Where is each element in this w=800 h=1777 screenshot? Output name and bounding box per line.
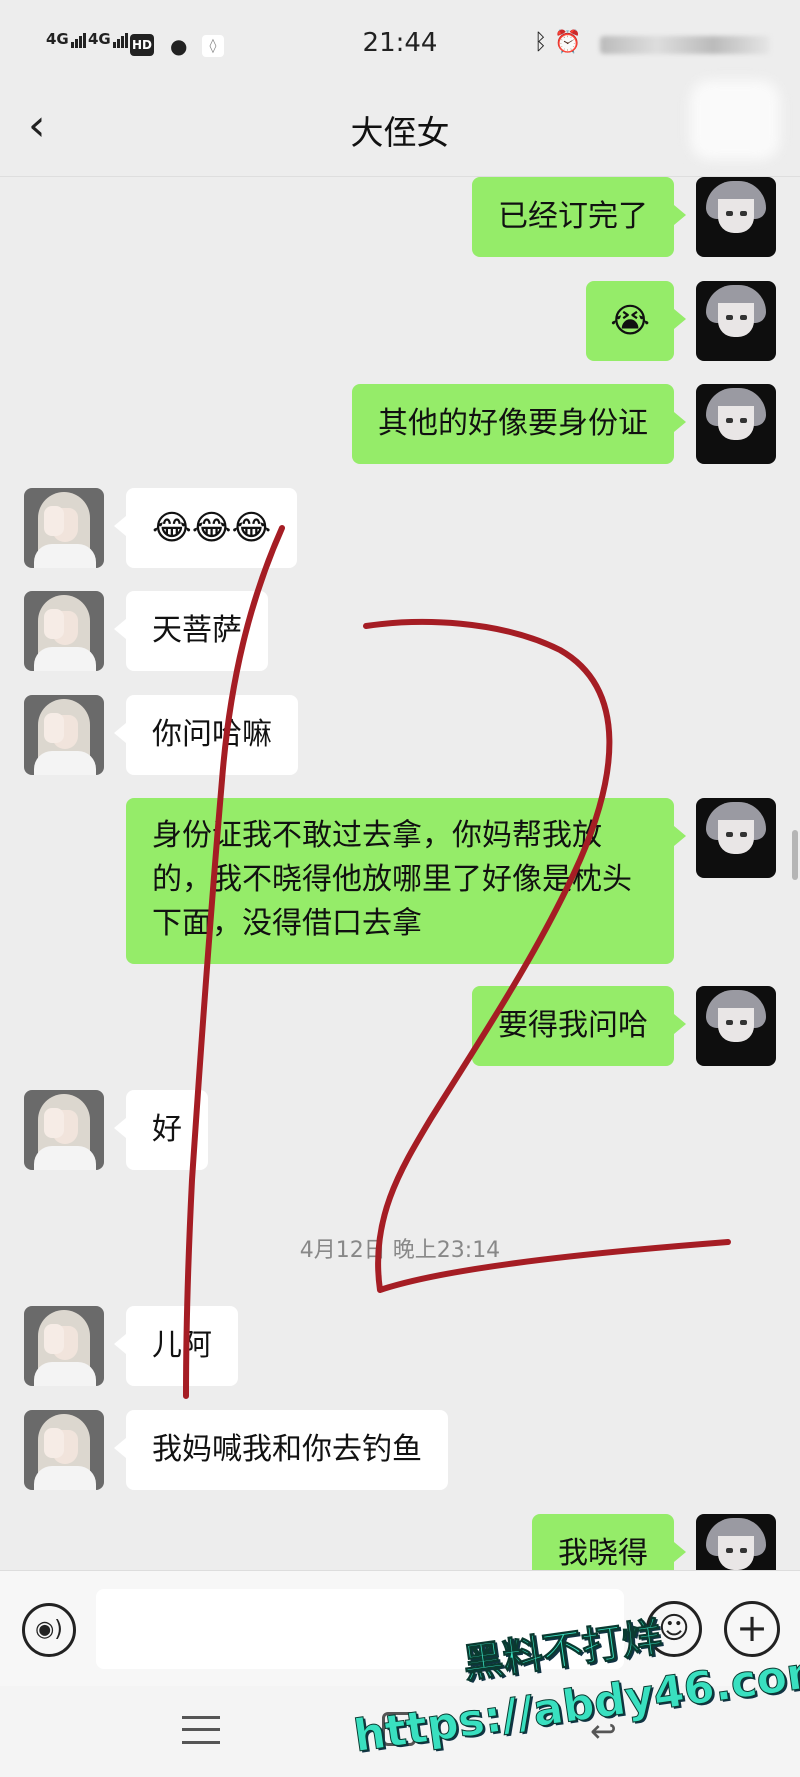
alarm-icon: ⏰	[554, 30, 582, 55]
message-bubble[interactable]: 😂😂😂	[113, 488, 298, 568]
contact-avatar[interactable]	[24, 1306, 104, 1386]
emoji-icon[interactable]: ☺	[646, 1601, 702, 1657]
message-bubble[interactable]: 儿阿	[114, 1306, 238, 1386]
message-bubble[interactable]: 要得我问哈	[472, 986, 686, 1066]
contact-avatar[interactable]	[24, 695, 104, 775]
message-bubble[interactable]: 已经订完了	[472, 177, 686, 257]
contact-avatar[interactable]	[24, 1410, 104, 1490]
chat-title: 大侄女	[350, 113, 450, 152]
blurred-status-info	[600, 36, 770, 54]
menu-icon[interactable]	[182, 1716, 220, 1744]
message-bubble[interactable]: 我晓得	[532, 1514, 686, 1570]
message-bubble[interactable]: 你问哈嘛	[114, 695, 298, 775]
my-avatar[interactable]	[696, 798, 776, 878]
my-avatar[interactable]	[696, 1514, 776, 1570]
message-bubble[interactable]: 其他的好像要身份证	[352, 384, 686, 464]
message-input[interactable]	[96, 1589, 624, 1669]
message-bubble[interactable]: 我妈喊我和你去钓鱼	[114, 1410, 448, 1490]
message-bubble[interactable]: 好	[114, 1090, 208, 1170]
contact-avatar[interactable]	[24, 1090, 104, 1170]
voice-icon[interactable]: ◉)	[22, 1603, 76, 1657]
chat-area[interactable]: 已经订完了 😭 其他的好像要身份证 😂😂😂 天菩萨 你问哈嘛 身份证我不敢过去拿…	[0, 177, 800, 1570]
message-timestamp: 4月12日 晚上23:14	[299, 1238, 501, 1263]
plus-icon[interactable]: +	[724, 1601, 780, 1657]
scrollbar[interactable]	[792, 830, 798, 880]
input-bar: ◉) ☺ +	[0, 1570, 800, 1686]
home-icon[interactable]	[382, 1712, 416, 1746]
message-bubble[interactable]: 天菩萨	[114, 591, 268, 671]
my-avatar[interactable]	[696, 986, 776, 1066]
system-back-icon[interactable]: ↩	[590, 1712, 617, 1750]
status-right-icons: ᛒ ⏰	[534, 30, 582, 55]
contact-avatar[interactable]	[24, 591, 104, 671]
my-avatar[interactable]	[696, 281, 776, 361]
message-bubble[interactable]: 身份证我不敢过去拿，你妈帮我放的，我不晓得他放哪里了好像是枕头下面，没得借口去拿	[126, 798, 686, 964]
my-avatar[interactable]	[696, 384, 776, 464]
message-bubble[interactable]: 😭	[586, 281, 686, 361]
contact-avatar[interactable]	[24, 488, 104, 568]
status-bar: 4G 4G HD ● ◊ 21:44 ᛒ ⏰	[0, 0, 800, 90]
bluetooth-icon: ᛒ	[534, 30, 548, 55]
system-nav-bar: ↩	[0, 1686, 800, 1777]
my-avatar[interactable]	[696, 177, 776, 257]
